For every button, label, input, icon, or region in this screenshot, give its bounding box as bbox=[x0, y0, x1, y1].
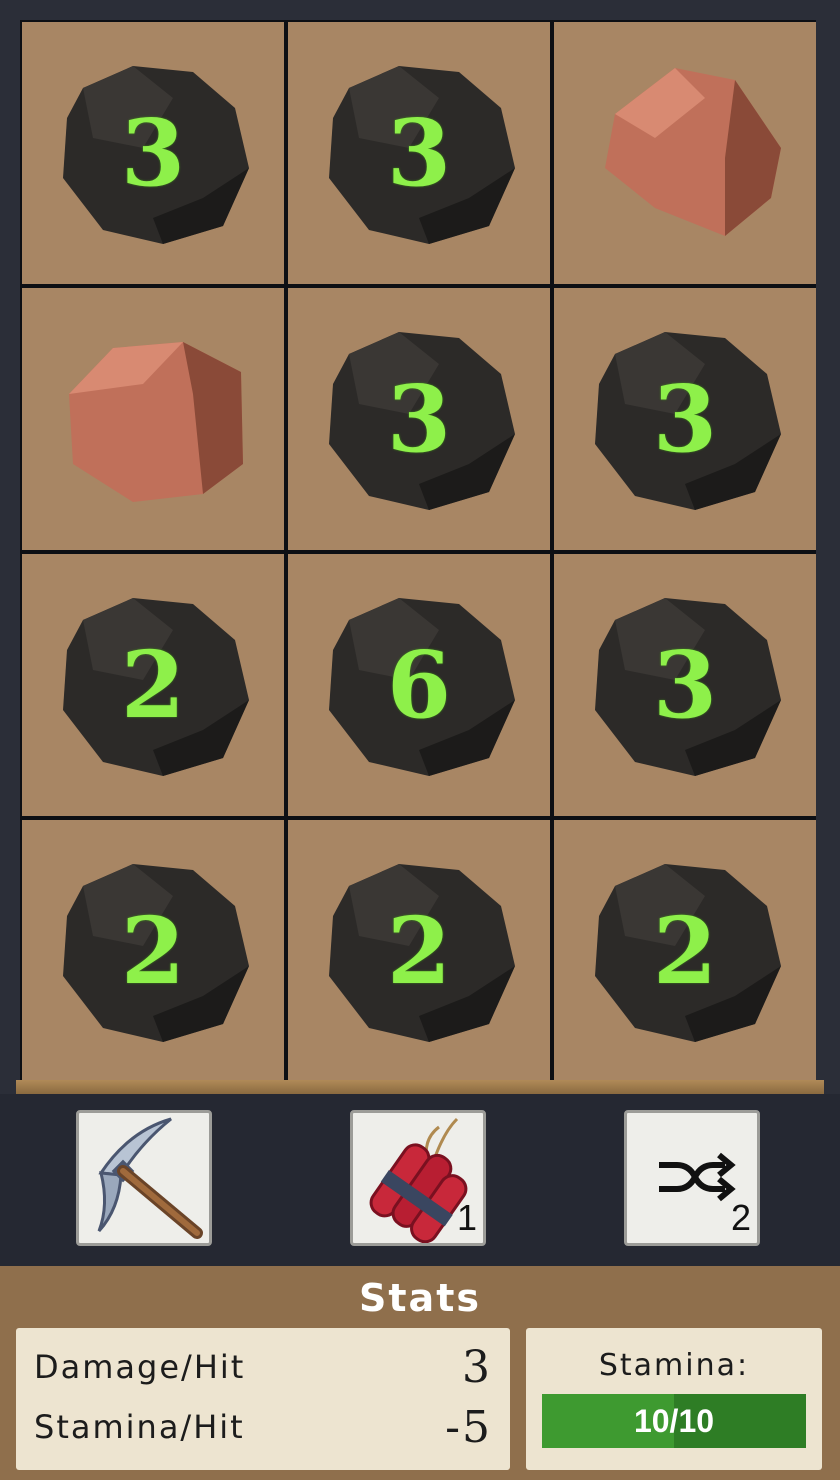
grid-tile[interactable]: 3 bbox=[554, 554, 816, 816]
pickaxe-icon bbox=[97, 1117, 203, 1239]
stats-title: Stats bbox=[359, 1276, 481, 1320]
stamina-bar: 10/10 bbox=[542, 1394, 806, 1448]
shuffle-count: 2 bbox=[730, 1197, 751, 1238]
grid-tile[interactable]: 2 bbox=[22, 554, 284, 816]
damage-row: Damage/Hit 3 bbox=[34, 1341, 492, 1393]
damage-value: 3 bbox=[462, 1341, 492, 1393]
grid-tile[interactable]: 2 bbox=[288, 820, 550, 1082]
grid-tile[interactable]: 6 bbox=[288, 554, 550, 816]
dynamite-count: 1 bbox=[456, 1197, 477, 1238]
stamina-label: Stamina: bbox=[598, 1348, 750, 1383]
shuffle-button[interactable]: 2 bbox=[624, 1110, 760, 1246]
hits-remaining: 2 bbox=[386, 897, 451, 1005]
grid-tile[interactable] bbox=[22, 288, 284, 550]
hits-remaining: 3 bbox=[120, 99, 185, 207]
grid-tile[interactable]: 3 bbox=[22, 22, 284, 284]
grid-tile[interactable]: 2 bbox=[554, 820, 816, 1082]
coal-rock: 2 bbox=[53, 590, 253, 780]
copper-rock bbox=[585, 58, 785, 248]
board-trim bbox=[16, 1080, 824, 1094]
mine-grid: 3 3 3 3 2 6 3 2 2 2 bbox=[20, 20, 816, 1082]
coal-rock: 2 bbox=[53, 856, 253, 1046]
hits-remaining: 2 bbox=[120, 631, 185, 739]
hit-stats-card: Damage/Hit 3 Stamina/Hit -5 bbox=[16, 1328, 510, 1470]
hits-remaining: 6 bbox=[386, 631, 451, 739]
grid-tile[interactable]: 3 bbox=[288, 288, 550, 550]
pickaxe-button[interactable] bbox=[76, 1110, 212, 1246]
grid-tile[interactable]: 3 bbox=[288, 22, 550, 284]
hits-remaining: 3 bbox=[386, 365, 451, 473]
hits-remaining: 3 bbox=[652, 365, 717, 473]
copper-rock bbox=[53, 324, 253, 514]
hits-remaining: 2 bbox=[652, 897, 717, 1005]
coal-rock: 3 bbox=[585, 324, 785, 514]
hits-remaining: 3 bbox=[652, 631, 717, 739]
stamina-value: 10/10 bbox=[633, 1402, 715, 1439]
grid-tile[interactable]: 2 bbox=[22, 820, 284, 1082]
coal-rock: 3 bbox=[53, 58, 253, 248]
coal-rock: 6 bbox=[319, 590, 519, 780]
toolbar: 1 2 bbox=[0, 1094, 840, 1266]
stamina-cost-row: Stamina/Hit -5 bbox=[34, 1401, 492, 1453]
stamina-cost-value: -5 bbox=[445, 1401, 492, 1453]
coal-rock: 3 bbox=[585, 590, 785, 780]
coal-rock: 2 bbox=[585, 856, 785, 1046]
coal-rock: 3 bbox=[319, 58, 519, 248]
copper-rock-icon bbox=[69, 342, 243, 502]
copper-rock-icon bbox=[605, 68, 781, 236]
coal-rock: 3 bbox=[319, 324, 519, 514]
damage-label: Damage/Hit bbox=[34, 1348, 246, 1386]
hits-remaining: 3 bbox=[386, 99, 451, 207]
stamina-cost-label: Stamina/Hit bbox=[34, 1408, 245, 1446]
grid-tile[interactable] bbox=[554, 22, 816, 284]
hits-remaining: 2 bbox=[120, 897, 185, 1005]
stamina-card: Stamina: 10/10 bbox=[526, 1328, 822, 1470]
stats-panel: Stats Damage/Hit 3 Stamina/Hit -5 Stamin… bbox=[0, 1266, 840, 1480]
dynamite-button[interactable]: 1 bbox=[350, 1110, 486, 1246]
coal-rock: 2 bbox=[319, 856, 519, 1046]
grid-tile[interactable]: 3 bbox=[554, 288, 816, 550]
